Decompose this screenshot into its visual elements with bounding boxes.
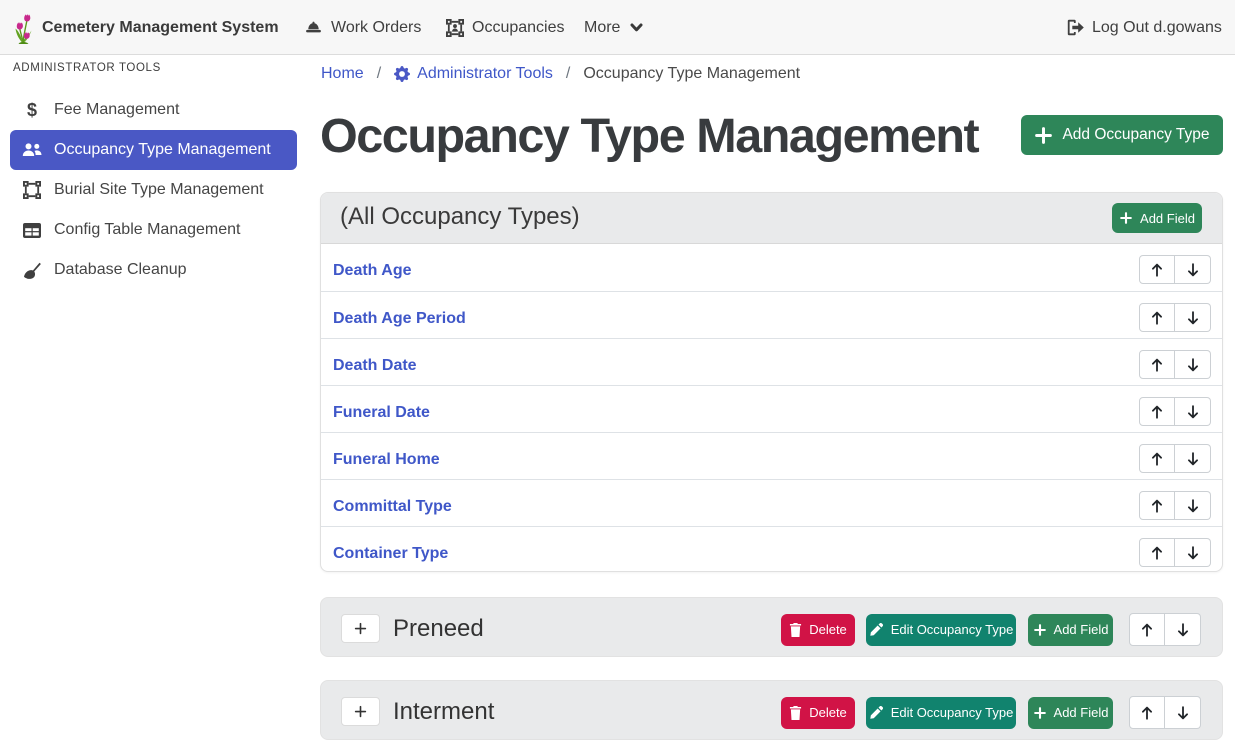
svg-text:$: $ [27, 100, 37, 120]
